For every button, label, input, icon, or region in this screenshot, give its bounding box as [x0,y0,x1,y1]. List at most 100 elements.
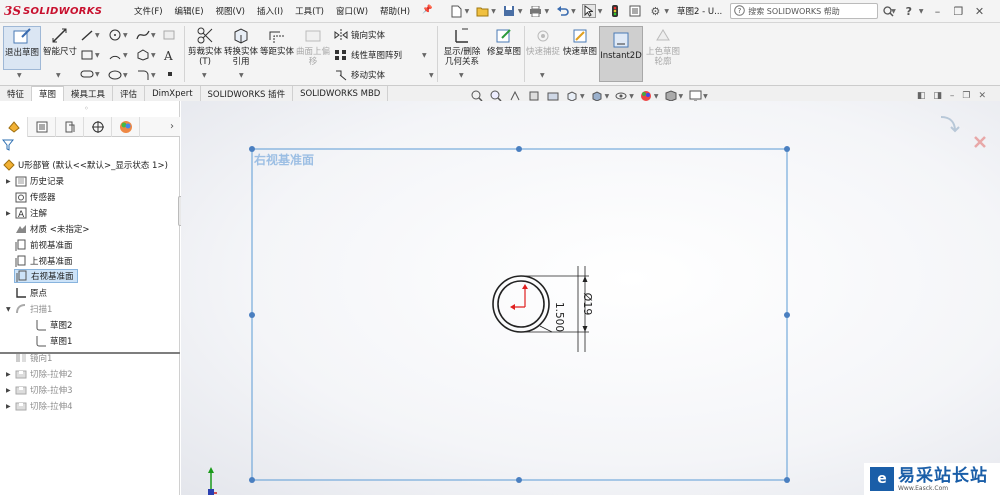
menu-view[interactable]: 视图(V) [210,5,251,17]
file-properties-icon[interactable] [628,4,642,18]
smart-dimension-button[interactable]: 智能尺寸 [43,26,77,57]
panel-expand-chevron-icon[interactable]: › [170,121,174,132]
expand-arrow-icon[interactable]: ▶ [6,178,14,185]
quick-snaps-button[interactable]: 快速捕捉 [526,26,560,57]
line-tool[interactable]: ▼ [80,29,100,41]
feature-manager-tab[interactable] [0,116,28,137]
chevron-down-icon[interactable]: ▼ [491,8,496,15]
tree-item-right-plane[interactable]: 右视基准面 [14,269,78,283]
relations-dropdown[interactable]: ▼ [459,72,464,79]
tab-mold-tools[interactable]: 模具工具 [64,86,114,101]
spline-tool[interactable]: ▼ [136,29,156,41]
save-icon[interactable] [502,4,516,18]
chevron-down-icon[interactable]: ▼ [679,93,684,100]
menu-window[interactable]: 窗口(W) [330,5,374,17]
display-manager-tab[interactable] [112,116,140,137]
rapid-sketch-button[interactable]: 快速草图 [563,26,597,57]
tree-item-material[interactable]: 材质 <未指定> [6,222,89,236]
slot-tool[interactable]: ▼ [80,69,100,79]
right-plane-boundary[interactable] [251,148,788,481]
tree-item-top-plane[interactable]: 上视基准面 [6,254,73,268]
convert-dropdown[interactable]: ▼ [239,72,244,79]
trim-entities-button[interactable]: 剪裁实体(T) [188,26,222,67]
tree-root-part[interactable]: U形部管 (默认<<默认>_显示状态 1>) [2,158,168,172]
tab-solidworks-addins[interactable]: SOLIDWORKS 插件 [201,86,294,101]
expand-arrow-icon[interactable]: ▶ [6,371,14,378]
help-search-input[interactable]: 搜索 SOLIDWORKS 帮助 [748,6,840,17]
plane-handle[interactable] [516,146,522,152]
tree-item-cut-extrude2[interactable]: ▶ 切除-拉伸2 [6,367,72,381]
plane-handle[interactable] [784,146,790,152]
chevron-down-icon[interactable]: ▼ [545,8,550,15]
smart-dimension-dropdown[interactable]: ▼ [56,72,61,79]
offset-on-surface-button[interactable]: 曲面上偏移 [296,26,330,67]
solidworks-logo[interactable]: 3S SOLIDWORKS [0,4,128,18]
chevron-down-icon[interactable]: ▼ [598,8,603,15]
linear-pattern-button[interactable]: 线性草图阵列 ▼ [334,49,427,61]
confirmation-corner-cancel-icon[interactable] [974,136,986,148]
chevron-down-icon[interactable]: ▼ [703,93,708,100]
text-tool[interactable]: A [163,49,175,61]
polygon-tool[interactable]: ▼ [136,49,156,61]
open-folder-icon[interactable] [475,4,489,18]
menu-file[interactable]: 文件(F) [128,5,169,17]
minimize-icon[interactable]: – [930,4,944,18]
circle-tool[interactable]: ▼ [108,29,128,41]
offset-entities-button[interactable]: 等距实体 [260,26,294,57]
convert-entities-button[interactable]: 转换实体引用 [224,26,258,67]
tile-viewport-icon[interactable]: ◧ [917,91,926,101]
viewport-close-icon[interactable]: ✕ [978,91,986,101]
point-tool[interactable] [165,69,175,79]
close-icon[interactable]: ✕ [972,4,986,18]
graphics-area[interactable]: Ø19 1.500 右视基准面 e 易采站长站 Www.Easck.Com [181,101,1000,495]
surface-tool[interactable] [163,29,175,41]
tab-sketch[interactable]: 草图 [32,86,65,101]
menu-insert[interactable]: 插入(I) [251,5,289,17]
new-document-icon[interactable] [449,4,463,18]
rectangle-tool[interactable]: ▼ [80,49,100,61]
tree-item-mirror1[interactable]: 镜向1 [6,351,52,365]
tree-item-annotations[interactable]: ▶ A 注解 [6,206,47,220]
chevron-down-icon[interactable]: ▼ [919,8,924,15]
diameter-dimension[interactable]: Ø19 [581,293,594,316]
viewport-minimize-icon[interactable]: – [950,91,955,101]
tab-evaluate[interactable]: 评估 [113,86,146,101]
chevron-down-icon[interactable]: ▼ [571,8,576,15]
arc-tool[interactable]: ▼ [108,49,128,61]
property-manager-tab[interactable] [28,116,56,137]
help-question-icon[interactable]: ? [902,4,916,18]
chevron-down-icon[interactable]: ▼ [605,93,610,100]
chevron-down-icon[interactable]: ▼ [664,8,669,15]
split-viewport-icon[interactable]: ◨ [933,91,942,101]
help-search-box[interactable]: ? 搜索 SOLIDWORKS 帮助 [730,3,879,19]
ellipse-tool[interactable]: ▼ [108,69,128,81]
filter-icon[interactable] [1,139,15,154]
chevron-down-icon[interactable]: ▼ [629,93,634,100]
tree-item-sweep1[interactable]: ▼ 扫描1 [6,302,52,316]
dimxpert-manager-tab[interactable] [84,116,112,137]
tab-dimxpert[interactable]: DimXpert [145,86,201,101]
tab-features[interactable]: 特征 [0,86,33,101]
expand-arrow-icon[interactable]: ▶ [6,403,14,410]
chevron-down-icon[interactable]: ▼ [580,93,585,100]
sketch-outer-circle[interactable] [492,275,550,333]
display-delete-relations-button[interactable]: 显示/删除几何关系 [440,26,484,67]
move-entities-button[interactable]: 移动实体 ▼ [334,69,434,81]
plane-handle[interactable] [784,312,790,318]
expand-arrow-icon[interactable]: ▶ [6,210,14,217]
print-icon[interactable] [529,4,543,18]
restore-icon[interactable]: ❐ [951,4,965,18]
quick-snaps-dropdown[interactable]: ▼ [540,72,545,79]
thickness-dimension[interactable]: 1.500 [553,302,565,332]
confirmation-corner-ok-icon[interactable] [940,116,960,133]
chevron-down-icon[interactable]: ▼ [518,8,523,15]
exit-sketch-button[interactable]: 退出草图 [3,26,41,70]
tree-item-origin[interactable]: 原点 [6,286,47,300]
collapse-arrow-icon[interactable]: ▼ [6,306,14,313]
instant2d-button[interactable]: Instant2D [599,26,643,82]
tree-item-history[interactable]: ▶ 历史记录 [6,174,64,188]
sketch-inner-circle[interactable] [497,280,545,328]
tree-item-cut-extrude4[interactable]: ▶ 切除-拉伸4 [6,399,72,413]
tree-item-sketch1[interactable]: 草图1 [34,334,72,348]
fillet-tool[interactable]: ▼ [136,69,156,81]
